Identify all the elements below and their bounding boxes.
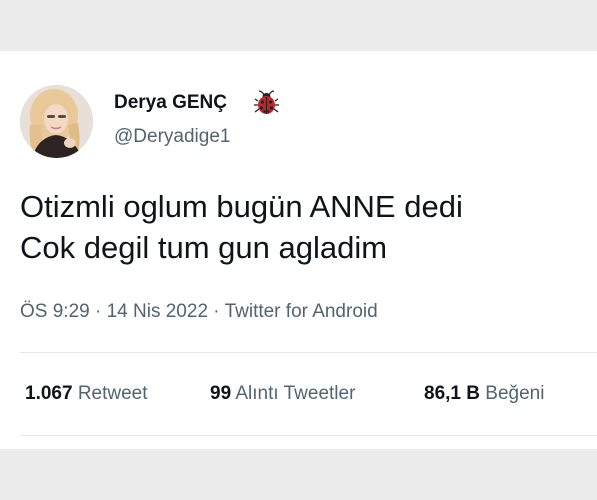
tweet-card[interactable]: Derya GENÇ @Deryadige1 Otizmli oglum bug… <box>0 51 597 449</box>
likes-count: 86,1 B <box>424 383 480 404</box>
quotes-stat[interactable]: 99 Alıntı Tweetler <box>210 382 355 406</box>
tweet-time[interactable]: ÖS 9:29 <box>20 301 90 322</box>
likes-stat[interactable]: 86,1 B Beğeni <box>424 382 544 406</box>
divider <box>20 352 597 353</box>
profile-photo-icon <box>20 85 93 158</box>
tweet-text-line: Otizmli oglum bugün ANNE dedi <box>20 189 463 224</box>
tweet-text-line: Cok degil tum gun agladim <box>20 230 388 265</box>
meta-separator: · <box>213 301 220 322</box>
retweets-count: 1.067 <box>25 383 73 404</box>
ladybug-icon <box>253 89 280 116</box>
avatar[interactable] <box>20 85 93 158</box>
tweet-source: Twitter for Android <box>224 301 378 322</box>
quotes-count: 99 <box>210 383 232 404</box>
author-handle[interactable]: @Deryadige1 <box>114 125 230 149</box>
meta-separator: · <box>95 301 102 322</box>
quotes-label: Alıntı Tweetler <box>235 383 356 404</box>
tweet-date[interactable]: 14 Nis 2022 <box>107 301 208 322</box>
author-display-name[interactable]: Derya GENÇ <box>114 91 227 115</box>
retweets-stat[interactable]: 1.067 Retweet <box>25 382 148 406</box>
retweets-label: Retweet <box>77 383 148 404</box>
divider <box>20 435 597 436</box>
likes-label: Beğeni <box>485 383 545 404</box>
tweet-meta: ÖS 9:29 · 14 Nis 2022 · Twitter for Andr… <box>20 300 378 324</box>
tweet-text: Otizmli oglum bugün ANNE dedi Cok degil … <box>20 186 463 268</box>
